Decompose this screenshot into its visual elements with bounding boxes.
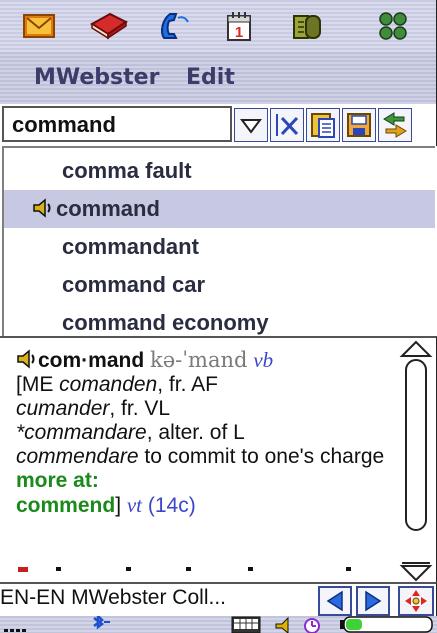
volume-icon: [275, 616, 289, 633]
etymology-term: commendare: [16, 445, 139, 468]
pronunciation: kə-ˈmand: [150, 348, 248, 372]
clear-field-button[interactable]: [270, 108, 304, 142]
suggestion-label: command economy: [62, 310, 269, 335]
suggestion-label: comma fault: [62, 158, 192, 183]
dropdown-arrow-button[interactable]: [234, 108, 268, 142]
book-icon[interactable]: [88, 10, 128, 42]
dropdown-arrow-icon: [240, 119, 262, 134]
etymology-text: [ME: [16, 373, 60, 396]
paste-icon: [311, 113, 335, 138]
system-tray: [0, 612, 437, 633]
etymology-text: , fr. VL: [109, 397, 171, 420]
switch-direction-button[interactable]: [378, 108, 412, 142]
suggestion-item[interactable]: commandant: [4, 228, 435, 266]
menu-edit[interactable]: Edit: [186, 65, 235, 90]
paste-button[interactable]: [306, 108, 340, 142]
speaker-icon[interactable]: [16, 348, 38, 370]
dictionary-name[interactable]: EN-EN MWebster Coll...: [0, 586, 310, 610]
headword: com·mand: [38, 349, 145, 372]
previous-entry-button[interactable]: [318, 586, 352, 616]
suggestion-list: comma fault command commandant command c…: [2, 146, 435, 336]
scroll-down-icon: [399, 565, 433, 582]
suggestion-label: command car: [62, 272, 206, 297]
cross-reference-link[interactable]: commend: [16, 494, 115, 517]
mail-icon[interactable]: [22, 10, 58, 42]
suggestion-label: command: [56, 196, 160, 221]
part-of-speech: vb: [253, 348, 274, 372]
suggestion-label: commandant: [62, 234, 199, 259]
etymology-text: to commit to one's charge: [138, 445, 385, 468]
arrow-left-icon: [326, 590, 343, 612]
search-toolbar: command: [0, 104, 437, 146]
calendar-day: 1: [235, 24, 243, 41]
signal-indicator: [4, 629, 26, 632]
keyboard-icon: [231, 616, 261, 633]
battery-icon: [340, 616, 433, 633]
navigation-pad-button[interactable]: [398, 586, 434, 616]
part-of-speech: vt: [126, 493, 143, 517]
contacts-icon[interactable]: [290, 10, 326, 42]
arrow-right-icon: [365, 590, 382, 612]
more-at-label: more at:: [16, 469, 99, 492]
calendar-icon[interactable]: 1: [222, 10, 258, 42]
bluetooth-icon: [93, 612, 110, 630]
menu-mwebster[interactable]: MWebster: [34, 65, 159, 90]
etymology-text: , fr. AF: [157, 373, 218, 396]
apps-grid-icon[interactable]: [376, 10, 412, 42]
dictionary-status-bar: EN-EN MWebster Coll...: [0, 582, 437, 616]
phone-icon[interactable]: [156, 10, 192, 42]
clear-field-icon: [276, 114, 299, 136]
etymology-text: , alter. of L: [146, 421, 245, 444]
save-icon: [347, 113, 371, 137]
dpad-icon: [405, 590, 427, 612]
etymology-text: ]: [115, 494, 127, 517]
next-entry-button[interactable]: [356, 586, 390, 616]
scroll-up-icon: [399, 340, 433, 357]
definition-text: com·mand kə-ˈmand vb [ME comanden, fr. A…: [16, 348, 391, 518]
first-use-date: (14c): [147, 494, 196, 517]
search-input[interactable]: command: [2, 106, 232, 142]
speaker-icon[interactable]: [32, 197, 54, 219]
suggestion-item[interactable]: command car: [4, 266, 435, 304]
etymology-term: *commandare: [16, 421, 147, 444]
app-launcher-bar: 1: [0, 0, 437, 52]
etymology-term: comanden: [59, 373, 158, 396]
clipped-text-line: [16, 564, 376, 576]
suggestion-item-selected[interactable]: command: [4, 190, 435, 228]
switch-direction-icon: [383, 112, 407, 138]
suggestion-item[interactable]: comma fault: [4, 152, 435, 190]
save-button[interactable]: [342, 108, 376, 142]
alarm-clock-icon: [304, 618, 320, 633]
definition-scrollbar[interactable]: [398, 338, 434, 582]
menu-bar: MWebster Edit: [0, 52, 437, 104]
etymology-term: cumander: [16, 397, 110, 420]
definition-pane[interactable]: com·mand kə-ˈmand vb [ME comanden, fr. A…: [0, 336, 437, 582]
scroll-thumb: [405, 359, 427, 531]
